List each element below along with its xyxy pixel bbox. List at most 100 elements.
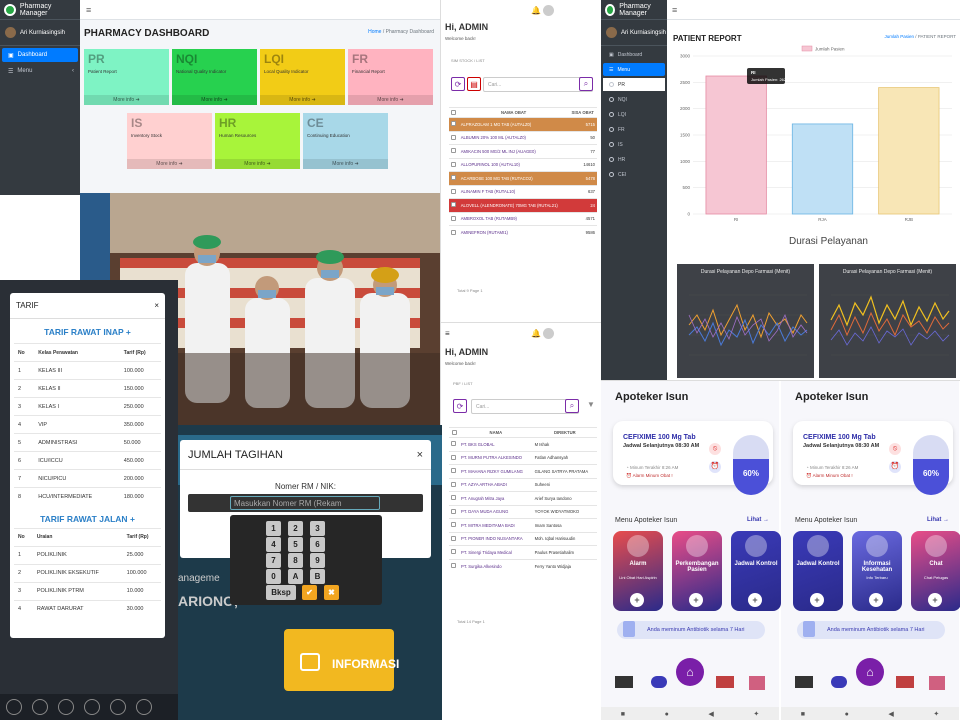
- alarm-link[interactable]: ⏰ Alarm Minum Obat !: [806, 473, 853, 479]
- hamburger-icon[interactable]: ≡: [445, 329, 450, 338]
- brand[interactable]: Pharmacy Manager: [601, 0, 667, 20]
- recent-apps-icon[interactable]: ■: [621, 711, 625, 718]
- menu-card[interactable]: Chat Chat Petugas +: [911, 531, 960, 611]
- table-row[interactable]: PT. PIONER INDO NUSANTARA Moh. Iqbal Hari…: [449, 531, 597, 546]
- row-checkbox[interactable]: [449, 450, 460, 465]
- plus-icon[interactable]: +: [689, 593, 703, 607]
- search-icon[interactable]: ⌕: [565, 399, 579, 413]
- table-row[interactable]: AMINEFRON (RUTAMI1) 9586: [449, 225, 597, 239]
- search-input[interactable]: Cari...: [483, 77, 593, 92]
- row-checkbox[interactable]: [449, 504, 460, 519]
- row-checkbox[interactable]: [449, 157, 459, 172]
- key-4[interactable]: 4: [266, 537, 281, 552]
- sidebar-item-dashboard[interactable]: ▣ Dashboard: [603, 48, 665, 61]
- row-checkbox[interactable]: [449, 477, 460, 492]
- row-checkbox[interactable]: [449, 558, 460, 573]
- menu-card[interactable]: Jadwal Kontrol +: [731, 531, 781, 611]
- close-icon[interactable]: ×: [417, 449, 423, 461]
- confirm-key-icon[interactable]: ✔: [302, 585, 317, 600]
- key-0[interactable]: 0: [266, 569, 281, 584]
- table-row[interactable]: ALBUMIN 20% 100 ML (AUTALZ0) 50: [449, 130, 597, 145]
- key-2[interactable]: 2: [288, 521, 303, 536]
- breadcrumb-home[interactable]: Home: [368, 29, 381, 35]
- search-icon[interactable]: ⌕: [579, 77, 593, 91]
- copy-icon[interactable]: [84, 699, 100, 715]
- recent-apps-icon[interactable]: ■: [801, 711, 805, 718]
- sidebar-item-pr[interactable]: PR: [603, 78, 665, 91]
- key-9[interactable]: 9: [310, 553, 325, 568]
- table-row[interactable]: AMBROXOL TAB (RUTAMB9) 4571: [449, 211, 597, 226]
- pharmacy-icon[interactable]: [615, 676, 633, 688]
- key-6[interactable]: 6: [310, 537, 325, 552]
- refresh-icon[interactable]: ⟳: [453, 399, 467, 413]
- sidebar-item-nqi[interactable]: NQI: [603, 93, 665, 106]
- user-panel[interactable]: Ari Kurniasingsih: [601, 20, 667, 46]
- plus-icon[interactable]: +: [130, 514, 135, 524]
- alarm-clock-icon[interactable]: ⏰: [889, 461, 901, 473]
- plus-icon[interactable]: +: [810, 593, 824, 607]
- avatar[interactable]: [543, 5, 554, 16]
- row-checkbox[interactable]: [449, 545, 460, 559]
- hospital-icon[interactable]: [749, 676, 765, 690]
- alarm-link[interactable]: ⏰ Alarm Minum Obat !: [626, 473, 673, 479]
- more-info-link[interactable]: More info ➜: [84, 95, 169, 105]
- back-icon[interactable]: ◀: [708, 710, 713, 718]
- plus-icon[interactable]: +: [748, 593, 762, 607]
- table-row[interactable]: ALPRAZOLAM 1 MG TAB (AUTALZ0) 5715: [449, 117, 597, 131]
- antibiotic-banner[interactable]: Anda meminum Antibiotik selama 7 Hari: [797, 621, 945, 639]
- sidebar-item-dashboard[interactable]: ▣ Dashboard: [2, 48, 78, 62]
- sidebar-item-menu[interactable]: ☰ Menu ‹: [2, 64, 78, 78]
- table-row[interactable]: PT. MAHANA RIZKY GUMILANG GILANG SATRYA P…: [449, 464, 597, 478]
- bar[interactable]: [791, 123, 854, 215]
- home-icon[interactable]: ⌂: [676, 658, 704, 686]
- sidebar-item-lqi[interactable]: LQI: [603, 108, 665, 121]
- row-checkbox[interactable]: [449, 225, 459, 239]
- row-checkbox[interactable]: [449, 130, 459, 145]
- row-checkbox[interactable]: [449, 491, 460, 505]
- plus-icon[interactable]: +: [630, 593, 644, 607]
- rm-input[interactable]: Masukkan Nomer RM (Rekam: [230, 496, 380, 510]
- row-checkbox[interactable]: [449, 211, 459, 226]
- menu-card[interactable]: Alarm Lini Obat Hari Aspirin +: [613, 531, 663, 611]
- table-row[interactable]: PT. MITRA MEDITAMA BADI Imam Santosa: [449, 518, 597, 532]
- alarm-clock-icon[interactable]: ⏰: [709, 461, 721, 473]
- table-row[interactable]: PT. DAYA MUDA AGUNG YOYOK WIDYATMOKO: [449, 504, 597, 519]
- home-icon[interactable]: ⌂: [856, 658, 884, 686]
- bar[interactable]: [878, 87, 940, 215]
- key-8[interactable]: 8: [288, 553, 303, 568]
- table-row[interactable]: ALOVELL (ALENDRONATE) 70MG TAB (RUTAL21)…: [449, 198, 597, 212]
- see-all-link[interactable]: Lihat →: [927, 517, 949, 523]
- see-all-link[interactable]: Lihat →: [747, 517, 769, 523]
- notification-icon[interactable]: 🔔: [531, 329, 541, 338]
- table-row[interactable]: PT. Anugrah Mitra Jaya Arief Surya Iandon…: [449, 491, 597, 505]
- sidebar-item-hr[interactable]: HR: [603, 153, 665, 166]
- info-box-ce[interactable]: CE Continuing Education More info ➜: [303, 113, 388, 169]
- row-checkbox[interactable]: [449, 198, 459, 212]
- table-row[interactable]: PT. Sinergi Tridaya Medical Paulus Praset…: [449, 545, 597, 559]
- more-info-link[interactable]: More info ➜: [303, 159, 388, 169]
- pills-icon[interactable]: [651, 676, 667, 688]
- table-row[interactable]: ALINAMIN F TAB (RUTAL10) 637: [449, 184, 597, 199]
- info-box-lqi[interactable]: LQI Local Quality Indicator More info ➜: [260, 49, 345, 105]
- plus-icon[interactable]: +: [869, 593, 883, 607]
- plus-icon[interactable]: +: [928, 593, 942, 607]
- no-notification-icon[interactable]: ⦸: [709, 443, 721, 455]
- antibiotic-banner[interactable]: Anda meminum Antibiotik selama 7 Hari: [617, 621, 765, 639]
- pharmacy-icon[interactable]: [795, 676, 813, 688]
- play-icon[interactable]: [32, 699, 48, 715]
- table-row[interactable]: PT. AZYA ARTHA ABADI Suheeni: [449, 477, 597, 492]
- menu-card[interactable]: Perkembangan Pasien +: [672, 531, 722, 611]
- checkbox-header[interactable]: [449, 427, 460, 438]
- key-1[interactable]: 1: [266, 521, 281, 536]
- back-icon[interactable]: ◀: [888, 710, 893, 718]
- user-panel[interactable]: Ari Kurniasingsih: [0, 20, 80, 46]
- rm-input-outer[interactable]: Masukkan Nomer RM (Rekam: [188, 494, 423, 512]
- filter-icon[interactable]: ▼: [587, 400, 595, 409]
- info-box-hr[interactable]: HR Human Resources More info ➜: [215, 113, 300, 169]
- more-info-link[interactable]: More info ➜: [215, 159, 300, 169]
- menu-card[interactable]: Jadwal Kontrol +: [793, 531, 843, 611]
- table-row[interactable]: PT. BKS GLOBAL M Ishak: [449, 437, 597, 451]
- brand[interactable]: Pharmacy Manager: [0, 0, 80, 20]
- pdf-icon[interactable]: ▤: [467, 77, 481, 91]
- sidebar-item-menu[interactable]: ☰ Menu: [603, 63, 665, 76]
